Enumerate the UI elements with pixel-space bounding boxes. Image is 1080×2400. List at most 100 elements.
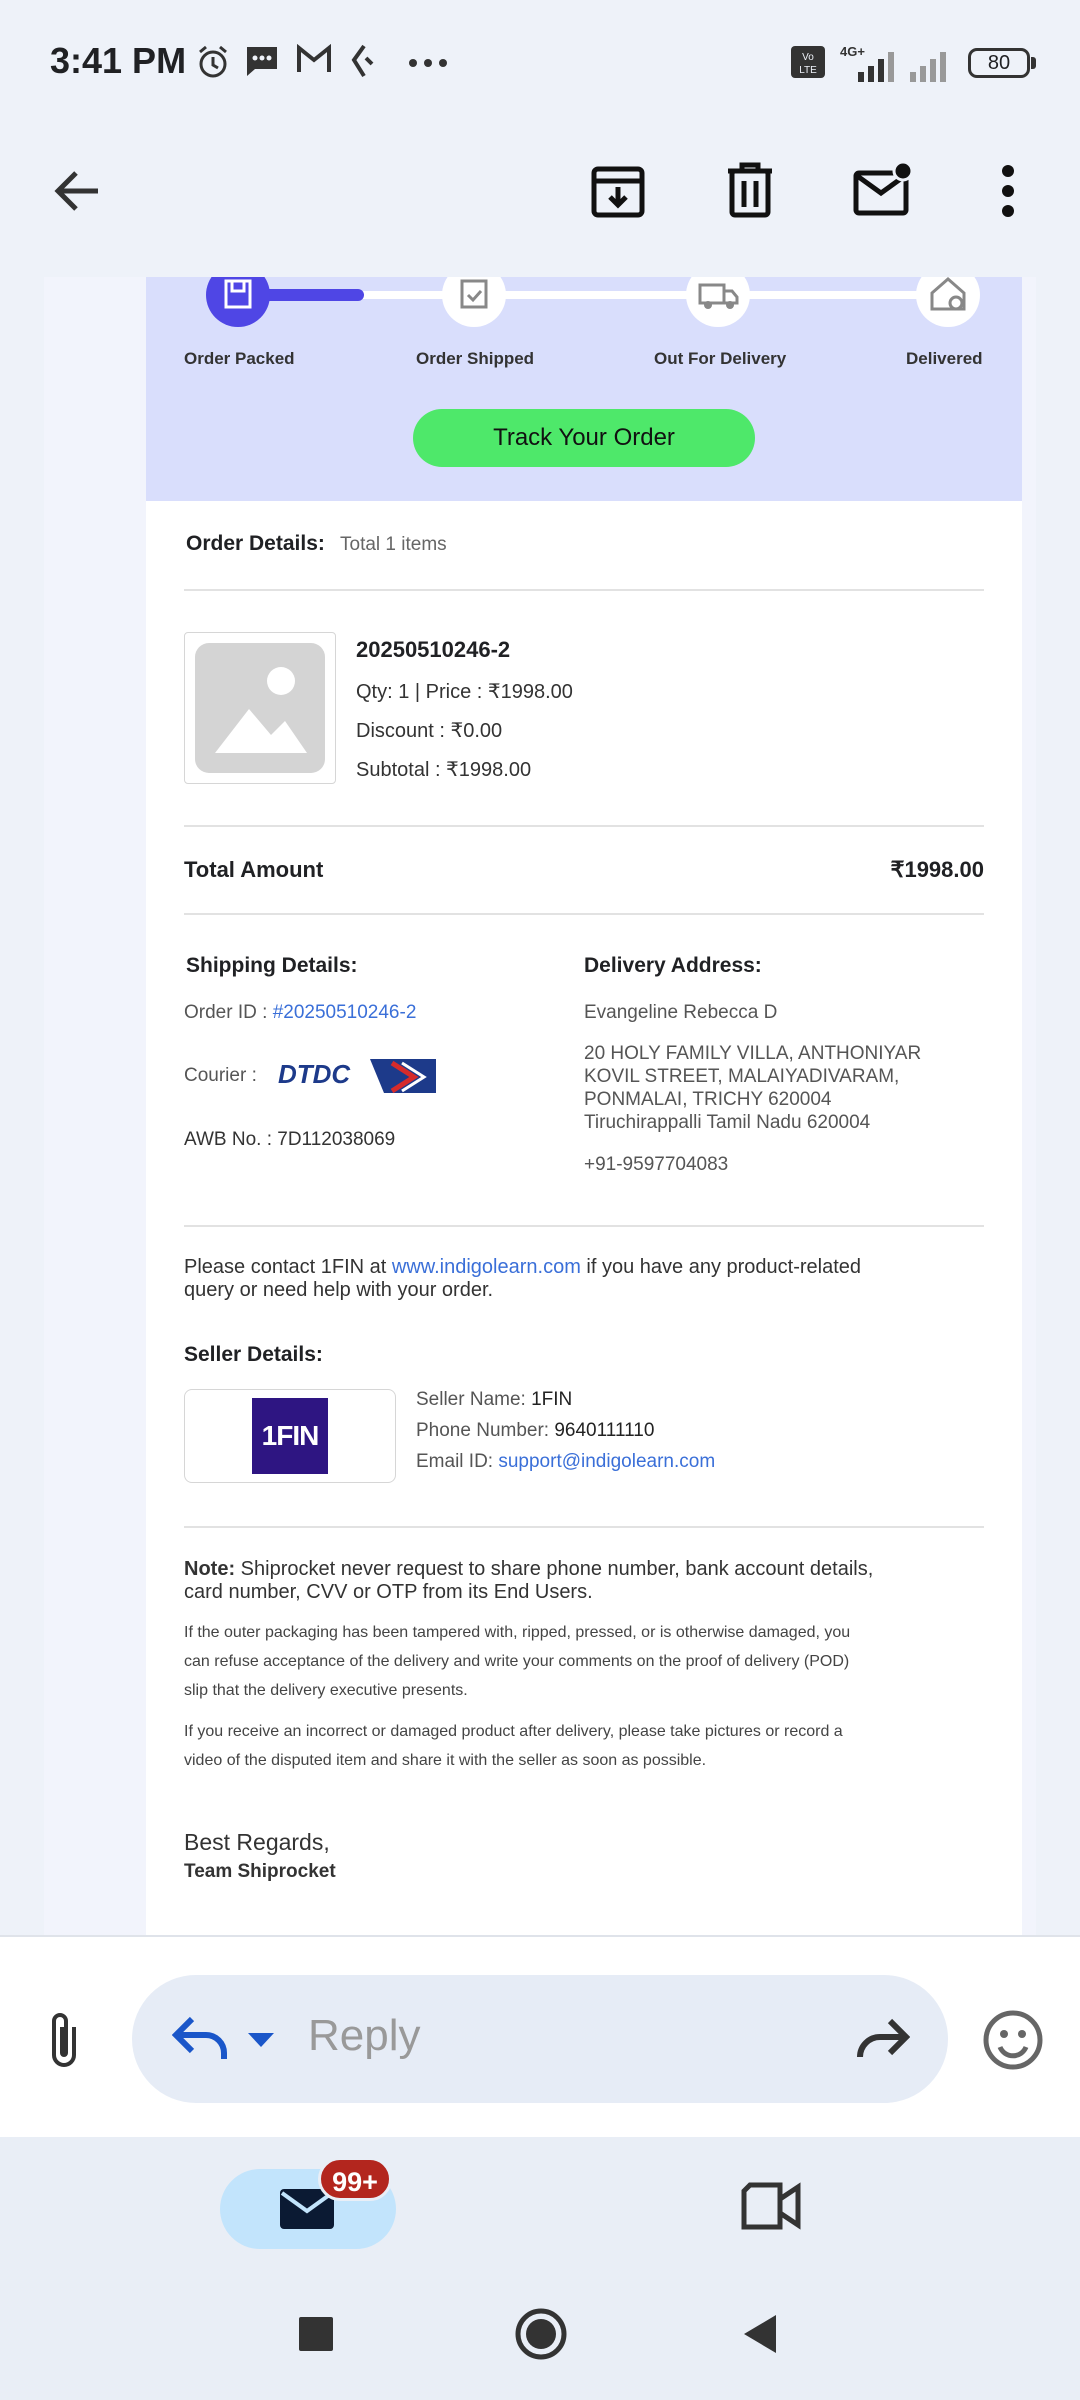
chevron-down-icon[interactable] xyxy=(246,2031,276,2049)
address-line-2: KOVIL STREET, MALAIYADIVARAM, xyxy=(584,1066,900,1087)
seller-name-label: Seller Name: xyxy=(416,1389,532,1410)
total-amount-label: Total Amount xyxy=(184,857,324,882)
battery-indicator: 80 xyxy=(968,48,1030,78)
step-packed-marker xyxy=(206,277,270,327)
packaging-line-3: slip that the delivery executive present… xyxy=(184,1682,468,1699)
dtdc-logo-text: DTDC xyxy=(278,1059,351,1089)
order-details-heading: Order Details: xyxy=(186,532,325,555)
step-label-out: Out For Delivery xyxy=(654,349,787,368)
seller-email-row: Email ID: support@indigolearn.com xyxy=(416,1451,715,1473)
reply-field[interactable]: Reply xyxy=(132,1975,948,2103)
mark-unread-icon[interactable] xyxy=(852,161,914,219)
order-tracker: Order Packed Order Shipped Out For Deliv… xyxy=(146,277,1022,501)
gmail-icon xyxy=(297,44,331,72)
item-discount: Discount : ₹0.00 xyxy=(356,720,503,742)
track-order-button[interactable]: Track Your Order xyxy=(413,409,755,467)
attachment-icon[interactable] xyxy=(42,2009,86,2071)
battery-tip xyxy=(1031,57,1036,69)
note-line-1: Note: Shiprocket never request to share … xyxy=(184,1558,873,1581)
seller-name-row: Seller Name: 1FIN xyxy=(416,1389,572,1411)
archive-icon[interactable] xyxy=(590,163,646,219)
seller-phone: 9640111110 xyxy=(554,1420,655,1441)
truck-icon xyxy=(698,283,739,309)
item-id: 20250510246-2 xyxy=(356,637,511,662)
box-icon xyxy=(224,279,252,309)
seller-email-label: Email ID: xyxy=(416,1451,499,1472)
seller-logo-box: 1FIN xyxy=(184,1389,396,1483)
volte-icon: Vo LTE xyxy=(791,46,825,78)
seller-name: 1FIN xyxy=(531,1389,573,1410)
divider xyxy=(184,825,984,827)
delete-icon[interactable] xyxy=(724,161,776,219)
message-icon xyxy=(247,47,277,76)
divider xyxy=(184,1225,984,1227)
shipping-heading: Shipping Details: xyxy=(186,954,358,977)
note-line-2: card number, CVV or OTP from its End Use… xyxy=(184,1581,593,1603)
alarm-icon xyxy=(199,45,227,78)
contact-line-1: Please contact 1FIN at www.indigolearn.c… xyxy=(184,1256,861,1279)
signal-2-icon xyxy=(910,52,946,82)
contact-pre: Please contact 1FIN at xyxy=(184,1256,392,1278)
divider xyxy=(184,1526,984,1528)
address-line-1: 20 HOLY FAMILY VILLA, ANTHONIYAR xyxy=(584,1043,922,1064)
note-text: Shiprocket never request to share phone … xyxy=(235,1558,874,1580)
contact-post: if you have any product-related xyxy=(580,1256,862,1278)
reply-placeholder: Reply xyxy=(308,2011,421,2060)
more-options-icon[interactable] xyxy=(998,163,1018,219)
item-qty-price: Qty: 1 | Price : ₹1998.00 xyxy=(356,681,573,703)
unread-badge: 99+ xyxy=(318,2157,392,2201)
recents-button[interactable] xyxy=(299,2317,333,2351)
seller-phone-row: Phone Number: 9640111110 xyxy=(416,1420,654,1442)
step-label-delivered: Delivered xyxy=(906,349,983,368)
courier-label: Courier : xyxy=(184,1065,257,1086)
dtdc-logo-graphic: DTDC xyxy=(278,1059,436,1094)
emoji-icon[interactable] xyxy=(982,2009,1044,2071)
step-label-packed: Order Packed xyxy=(184,349,295,368)
address-line-3: PONMALAI, TRICHY 620004 xyxy=(584,1089,832,1110)
home-button[interactable] xyxy=(514,2307,568,2361)
website-link[interactable]: www.indigolearn.com xyxy=(392,1256,581,1278)
forward-icon[interactable] xyxy=(854,2017,910,2059)
packaging-line-2: can refuse acceptance of the delivery an… xyxy=(184,1653,850,1670)
step-label-shipped: Order Shipped xyxy=(416,349,535,368)
order-id-row: Order ID : #20250510246-2 xyxy=(184,1002,416,1024)
damaged-line-1: If you receive an incorrect or damaged p… xyxy=(184,1723,843,1740)
divider xyxy=(184,589,984,591)
contact-line-2: query or need help with your order. xyxy=(184,1279,494,1301)
email-body-scroll[interactable]: Order Packed Order Shipped Out For Deliv… xyxy=(0,277,1080,1935)
more-notifications-icon xyxy=(409,59,447,67)
address-line-4: Tiruchirappalli Tamil Nadu 620004 xyxy=(584,1112,871,1133)
delivery-heading: Delivery Address: xyxy=(584,954,762,977)
order-total-items: Total 1 items xyxy=(340,534,447,555)
divider xyxy=(184,913,984,915)
seller-logo: 1FIN xyxy=(252,1398,328,1474)
product-image[interactable] xyxy=(184,632,336,784)
email-content: Order Packed Order Shipped Out For Deliv… xyxy=(146,277,1022,1935)
back-arrow-icon[interactable] xyxy=(50,165,102,217)
awb-number: AWB No. : 7D112038069 xyxy=(184,1129,396,1150)
reply-icon[interactable] xyxy=(172,2015,228,2061)
status-bar: 3:41 PM Vo LTE 4G+ 80 xyxy=(0,0,1080,125)
svg-text:Vo: Vo xyxy=(802,52,814,63)
team-name: Team Shiprocket xyxy=(184,1861,336,1882)
house-icon xyxy=(930,277,966,311)
step-out-marker xyxy=(686,277,750,327)
packaging-line-1: If the outer packaging has been tampered… xyxy=(184,1624,851,1641)
svg-text:LTE: LTE xyxy=(799,65,817,76)
email-card: Order Packed Order Shipped Out For Deliv… xyxy=(44,277,1036,1935)
meet-video-icon[interactable] xyxy=(740,2181,802,2231)
seller-heading: Seller Details: xyxy=(184,1343,323,1366)
order-id-link[interactable]: #20250510246-2 xyxy=(273,1002,417,1023)
back-button[interactable] xyxy=(742,2313,778,2355)
order-id-label: Order ID : xyxy=(184,1002,273,1023)
status-time: 3:41 PM xyxy=(50,40,187,81)
total-amount-value: ₹1998.00 xyxy=(890,857,984,882)
step-delivered-marker xyxy=(916,277,980,327)
signal-icon xyxy=(858,52,894,82)
kite-icon xyxy=(351,44,374,78)
step-shipped-marker xyxy=(442,277,506,327)
delivery-phone: +91-9597704083 xyxy=(584,1154,729,1175)
seller-email-link[interactable]: support@indigolearn.com xyxy=(498,1451,715,1472)
note-label: Note: xyxy=(184,1558,236,1580)
box-check-icon xyxy=(460,279,488,309)
